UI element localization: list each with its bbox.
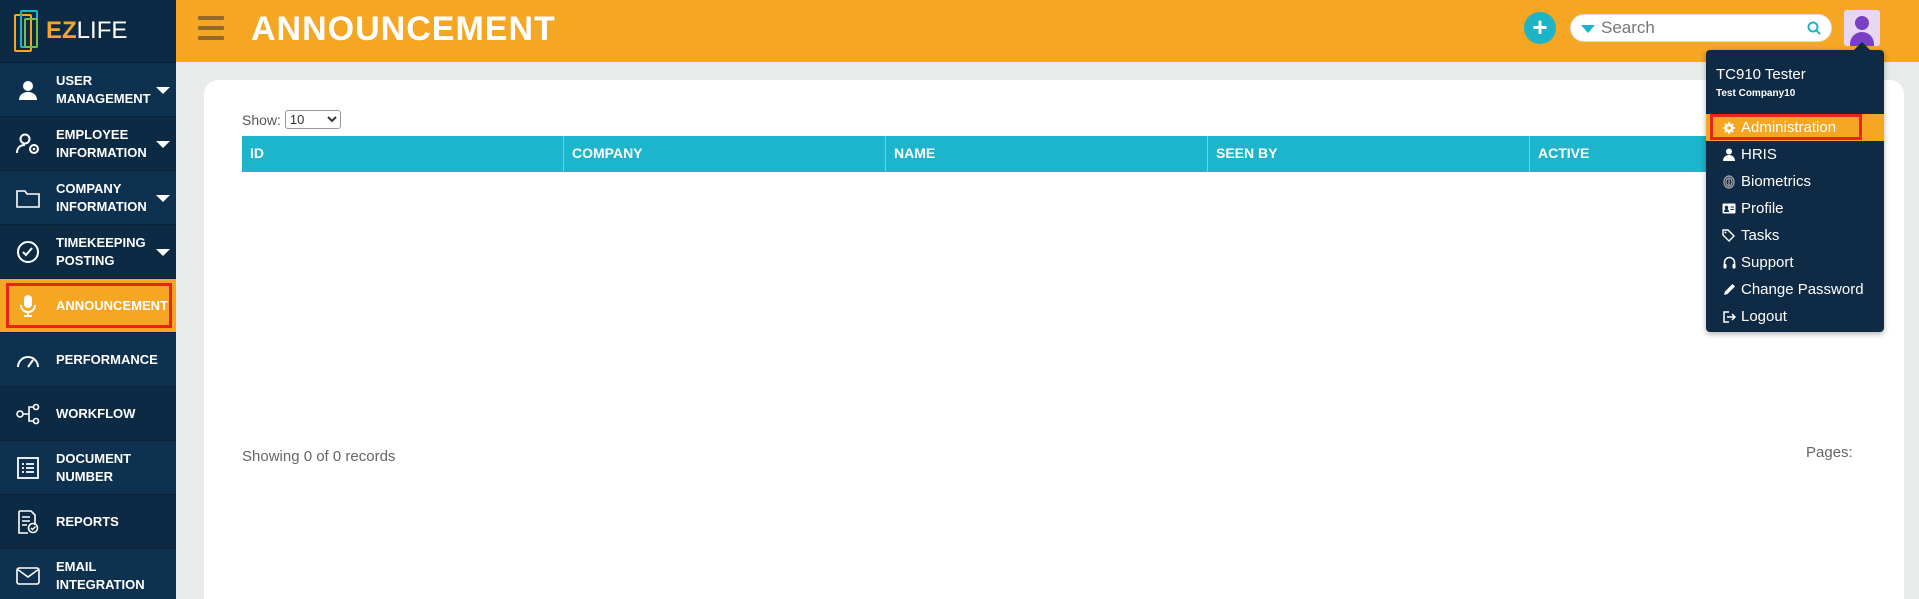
logo-mark-icon: [12, 8, 42, 54]
sidebar-item-document-number[interactable]: DOCUMENT NUMBER: [0, 440, 176, 494]
menu-item-label: Biometrics: [1741, 173, 1812, 190]
sidebar-item-performance[interactable]: PERFORMANCE: [0, 332, 176, 386]
report-icon: [0, 509, 56, 534]
chevron-down-icon[interactable]: [156, 195, 170, 202]
page-title: ANNOUNCEMENT: [251, 10, 556, 48]
menu-item-support[interactable]: Support: [1706, 249, 1884, 276]
menu-item-profile[interactable]: Profile: [1706, 195, 1884, 222]
tags-icon: [1722, 229, 1736, 243]
selection-highlight: [6, 283, 172, 328]
id-card-icon: [1722, 202, 1736, 216]
user-avatar[interactable]: [1844, 10, 1880, 46]
column-header-id[interactable]: ID: [242, 136, 564, 172]
column-header-name[interactable]: NAME: [886, 136, 1208, 172]
sidebar-item-label: WORKFLOW: [56, 405, 136, 421]
page-size-control: Show: 10: [242, 110, 341, 129]
search-filter-dropdown-icon[interactable]: [1581, 25, 1595, 33]
user-company: Test Company10: [1716, 88, 1796, 99]
fingerprint-icon: [1722, 174, 1736, 189]
menu-item-label: Support: [1741, 254, 1794, 271]
check-circle-icon: [0, 240, 56, 264]
gauge-icon: [0, 351, 56, 369]
envelope-icon: [0, 566, 56, 585]
search-input[interactable]: [1601, 17, 1791, 39]
user-icon: [1722, 148, 1736, 162]
menu-item-change-password[interactable]: Change Password: [1706, 276, 1884, 303]
search-box: [1570, 14, 1832, 42]
list-icon: [0, 456, 56, 479]
sidebar-item-announcement[interactable]: ANNOUNCEMENT: [0, 278, 176, 332]
sidebar-item-user-management[interactable]: USER MANAGEMENT: [0, 62, 176, 116]
announcement-table-header: ID COMPANY NAME SEEN BY ACTIVE: [242, 136, 1862, 172]
sidebar-item-label: USER MANAGEMENT: [56, 72, 151, 106]
pencil-icon: [1722, 283, 1736, 297]
sidebar-item-employee-information[interactable]: EMPLOYEE INFORMATION: [0, 116, 176, 170]
sidebar-item-label: REPORTS: [56, 513, 119, 529]
user-icon: [0, 79, 56, 101]
user-name: TC910 Tester: [1716, 66, 1806, 83]
menu-item-label: Logout: [1741, 308, 1787, 325]
chevron-down-icon[interactable]: [156, 141, 170, 148]
menu-item-biometrics[interactable]: Biometrics: [1706, 168, 1884, 195]
sidebar-item-label: PERFORMANCE: [56, 351, 158, 367]
menu-item-hris[interactable]: HRIS: [1706, 141, 1884, 168]
menu-item-label: Change Password: [1741, 281, 1864, 298]
sidebar-item-label: TIMEKEEPING POSTING: [56, 234, 146, 268]
logo-ez: EZ: [46, 17, 77, 44]
column-header-company[interactable]: COMPANY: [564, 136, 886, 172]
menu-item-label: HRIS: [1741, 146, 1777, 163]
sidebar-item-label: EMAIL INTEGRATION: [56, 558, 145, 592]
menu-item-label: Tasks: [1741, 227, 1780, 244]
menu-item-label: Profile: [1741, 200, 1784, 217]
show-label: Show:: [242, 111, 281, 128]
logout-icon: [1722, 310, 1736, 324]
sidebar-item-label: COMPANY INFORMATION: [56, 180, 147, 214]
sidebar-item-label: EMPLOYEE INFORMATION: [56, 126, 147, 160]
records-count: Showing 0 of 0 records: [242, 448, 396, 465]
add-button[interactable]: +: [1524, 12, 1556, 44]
folder-icon: [0, 188, 56, 208]
menu-item-administration[interactable]: Administration: [1706, 114, 1884, 141]
hamburger-menu-icon[interactable]: [198, 16, 224, 42]
workflow-icon: [0, 403, 56, 425]
employee-gear-icon: [0, 133, 56, 155]
pages-label: Pages:: [1806, 444, 1853, 461]
sidebar: EZLIFE USER MANAGEMENT EMPLOYEE INFORMAT…: [0, 0, 176, 599]
sidebar-item-company-information[interactable]: COMPANY INFORMATION: [0, 170, 176, 224]
user-dropdown-menu: TC910 Tester Test Company10 Administrati…: [1706, 42, 1884, 332]
headphones-icon: [1722, 256, 1736, 270]
search-icon[interactable]: [1807, 21, 1821, 35]
menu-item-logout[interactable]: Logout: [1706, 303, 1884, 330]
sidebar-item-email-integration[interactable]: EMAIL INTEGRATION: [0, 548, 176, 599]
sidebar-item-label: DOCUMENT NUMBER: [56, 450, 132, 484]
top-header: ANNOUNCEMENT +: [176, 0, 1919, 62]
sidebar-item-timekeeping-posting[interactable]: TIMEKEEPING POSTING: [0, 224, 176, 278]
sidebar-item-reports[interactable]: REPORTS: [0, 494, 176, 548]
content-card: Show: 10 ID COMPANY NAME SEEN BY ACTIVE …: [204, 80, 1904, 599]
menu-item-tasks[interactable]: Tasks: [1706, 222, 1884, 249]
chevron-down-icon[interactable]: [156, 87, 170, 94]
logo-life: LIFE: [76, 17, 128, 44]
chevron-down-icon[interactable]: [156, 249, 170, 256]
column-header-seen-by[interactable]: SEEN BY: [1208, 136, 1530, 172]
page-size-select[interactable]: 10: [284, 110, 341, 129]
selection-highlight: [1710, 114, 1862, 140]
sidebar-item-workflow[interactable]: WORKFLOW: [0, 386, 176, 440]
ezlife-logo[interactable]: EZLIFE: [0, 0, 176, 62]
